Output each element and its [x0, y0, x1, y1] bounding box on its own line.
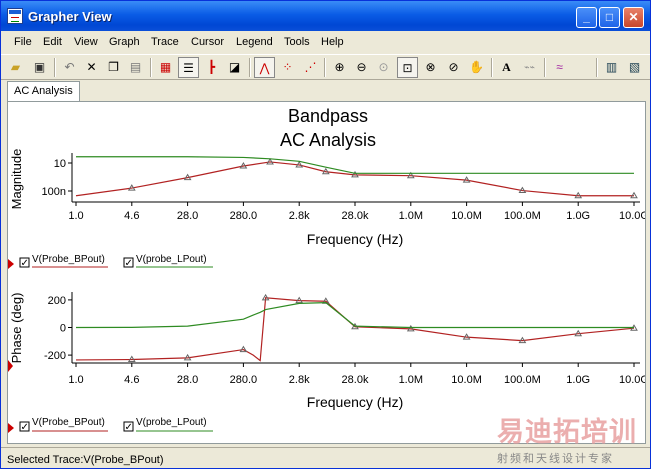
mag-xtick-label: 2.8k [289, 210, 310, 222]
watermark: 易迪拓培训 射频和天线设计专家 [485, 408, 650, 468]
mag-xtick-label: 28.0k [342, 210, 369, 222]
print-icon[interactable]: ▥ [601, 57, 622, 78]
app-icon [7, 8, 23, 24]
close-button[interactable]: ✕ [623, 7, 644, 28]
phase-xtick-label: 1.0 [68, 374, 83, 386]
phase-legend-marker-icon [8, 423, 14, 433]
mag-legend-label-1: V(Probe_BPout) [32, 254, 105, 265]
separator-glyph-icon [572, 57, 593, 78]
mag-xtick-label: 1.0G [566, 210, 590, 222]
mag-xtick-label: 1.0M [399, 210, 423, 222]
print-preview-icon[interactable]: ▧ [624, 57, 645, 78]
phase-xtick-label: 28.0k [342, 374, 369, 386]
menu-bar: File Edit View Graph Trace Cursor Legend… [1, 32, 650, 53]
delete-icon[interactable]: ✕ [81, 57, 102, 78]
mag-ytick-label: 100n [42, 186, 66, 198]
tab-ac-analysis[interactable]: AC Analysis [7, 81, 80, 101]
phase-ytick-label: 200 [48, 295, 66, 307]
zoom-area-icon[interactable]: ⊡ [397, 57, 418, 78]
minimize-button[interactable]: _ [576, 7, 597, 28]
graph-area[interactable]: Bandpass AC Analysis 10 100n Magnitude 1.… [7, 101, 649, 444]
zoom-in-icon[interactable]: ⊕ [329, 57, 350, 78]
phase-ytick-label: 0 [60, 323, 66, 335]
paste-icon[interactable]: ▤ [125, 57, 146, 78]
mag-legend-check-1: ✓ [21, 258, 29, 269]
phase-xtick-label: 280.0 [230, 374, 258, 386]
maximize-button[interactable]: □ [599, 7, 620, 28]
grapher-window: Grapher View _ □ ✕ File Edit View Graph … [0, 0, 651, 469]
zoom-x-icon[interactable]: ⊗ [420, 57, 441, 78]
copy-icon[interactable]: ❐ [103, 57, 124, 78]
mag-legend-marker-icon [8, 259, 14, 269]
mag-xtick-label: 28.0 [177, 210, 198, 222]
open-icon[interactable]: ▰ [5, 57, 26, 78]
mag-xtick-label: 4.6 [124, 210, 139, 222]
mag-xtick-label: 280.0 [230, 210, 258, 222]
watermark-sub: 射频和天线设计专家 [497, 452, 614, 465]
watermark-main: 易迪拓培训 [497, 417, 637, 448]
mag-xlabel: Frequency (Hz) [307, 231, 403, 247]
phase-xtick-label: 1.0G [566, 374, 590, 386]
phase-xtick-label: 2.8k [289, 374, 310, 386]
phase-legend-label-1: V(Probe_BPout) [32, 417, 105, 428]
phase-legend: ✓ V(Probe_BPout) ✓ V(probe_LPout) [8, 417, 213, 433]
tab-strip: AC Analysis [1, 81, 650, 101]
reverse-colors-icon[interactable]: ◪ [224, 57, 245, 78]
show-points-icon[interactable]: ⁘ [277, 57, 298, 78]
zoom-out-icon[interactable]: ⊖ [351, 57, 372, 78]
phase-xlabel: Frequency (Hz) [307, 394, 403, 410]
window-title: Grapher View [28, 9, 112, 24]
phase-ylabel: Phase (deg) [9, 293, 24, 364]
toolbar: ▰ ▣ ↶ ✕ ❐ ▤ ▦ ☰ ┣ ◪ ⋀ ⁘ ⋰ ⊕ ⊖ ⊙ ⊡ ⊗ ⊘ ✋ … [1, 54, 650, 80]
zoom-y-icon[interactable]: ⊘ [443, 57, 464, 78]
legend-icon[interactable]: ☰ [178, 57, 199, 78]
mag-xtick-label: 10.0G [619, 210, 645, 222]
phase-xtick-label: 4.6 [124, 374, 139, 386]
overlay-icon[interactable]: ≈ [549, 57, 570, 78]
menu-view[interactable]: View [74, 36, 98, 48]
mag-series-line-1[interactable] [75, 161, 634, 197]
mag-legend: ✓ V(Probe_BPout) ✓ V(probe_LPout) [8, 254, 213, 269]
phase-legend-check-2: ✓ [125, 422, 133, 433]
grid-icon[interactable]: ▦ [155, 57, 176, 78]
zoom-fit-icon[interactable]: ⊙ [373, 57, 394, 78]
menu-trace[interactable]: Trace [151, 36, 179, 48]
menu-file[interactable]: File [14, 36, 32, 48]
mag-series-line-2[interactable] [76, 156, 634, 174]
text-icon[interactable]: A [496, 57, 517, 78]
menu-help[interactable]: Help [321, 36, 344, 48]
phase-xtick-label: 10.0G [619, 374, 645, 386]
menu-cursor[interactable]: Cursor [191, 36, 224, 48]
mag-ylabel: Magnitude [9, 149, 24, 210]
export-icon[interactable]: ⌁⌁ [519, 57, 540, 78]
phase-xtick-label: 1.0M [399, 374, 423, 386]
menu-edit[interactable]: Edit [43, 36, 62, 48]
menu-graph[interactable]: Graph [109, 36, 140, 48]
phase-legend-check-1: ✓ [21, 422, 29, 433]
phase-xtick-label: 28.0 [177, 374, 198, 386]
phase-xtick-label: 10.0M [451, 374, 482, 386]
mag-xtick-label: 10.0M [451, 210, 482, 222]
title-bar[interactable]: Grapher View _ □ ✕ [1, 1, 650, 31]
graph-title-line2: AC Analysis [280, 130, 376, 150]
axis-icon[interactable]: ┣ [201, 57, 222, 78]
graph-title-line1: Bandpass [288, 106, 368, 126]
undo-icon[interactable]: ↶ [59, 57, 80, 78]
phase-ytick-label: -200 [44, 350, 66, 362]
status-text: Selected Trace:V(Probe_BPout) [7, 454, 164, 466]
pan-hand-icon[interactable]: ✋ [466, 57, 487, 78]
mag-legend-check-2: ✓ [125, 258, 133, 269]
mag-legend-label-2: V(probe_LPout) [136, 254, 207, 265]
select-marks-icon[interactable]: ⋰ [300, 57, 321, 78]
mag-xtick-label: 1.0 [68, 210, 83, 222]
save-icon[interactable]: ▣ [29, 57, 50, 78]
graph-svg[interactable]: Bandpass AC Analysis 10 100n Magnitude 1.… [8, 102, 649, 443]
mag-ytick-label: 10 [54, 158, 66, 170]
show-cursors-icon[interactable]: ⋀ [254, 57, 275, 78]
phase-legend-label-2: V(probe_LPout) [136, 417, 207, 428]
mag-xtick-label: 100.0M [504, 210, 541, 222]
menu-tools[interactable]: Tools [284, 36, 310, 48]
phase-xtick-label: 100.0M [504, 374, 541, 386]
menu-legend[interactable]: Legend [236, 36, 273, 48]
